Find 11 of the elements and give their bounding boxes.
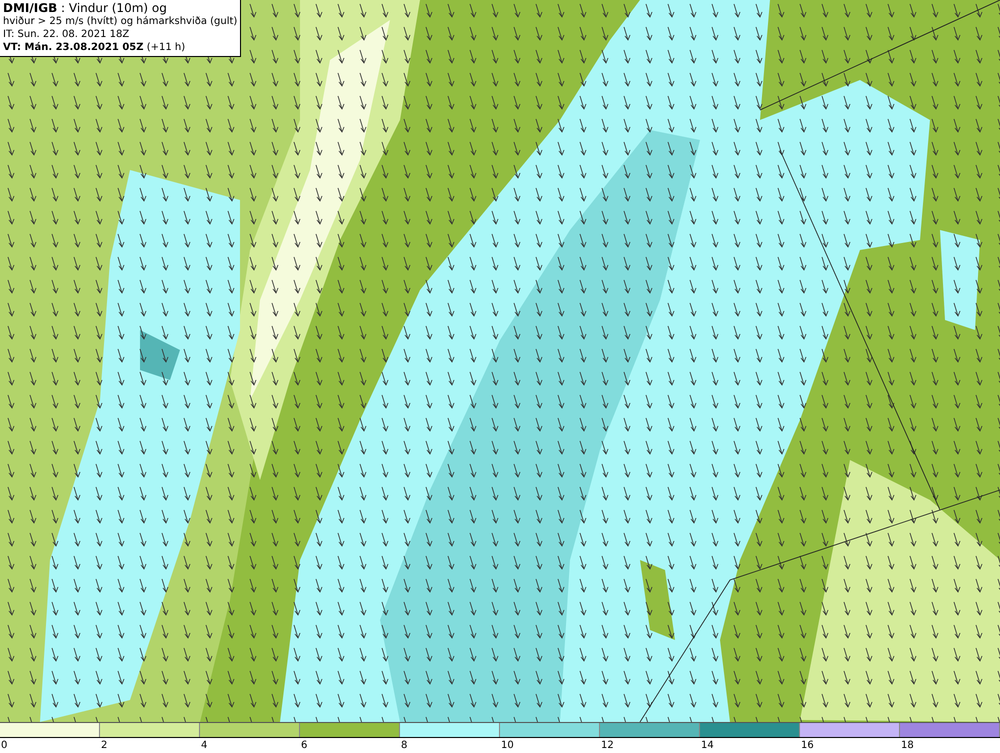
scale-label: 10	[500, 740, 514, 751]
scale-label: 12	[600, 740, 614, 751]
scale-label: 6	[300, 740, 308, 751]
scale-label: 8	[400, 740, 408, 751]
scale-label: 16	[800, 740, 814, 751]
scale-label: 2	[100, 740, 108, 751]
scale-label: 18	[900, 740, 914, 751]
scale-label: 0	[0, 740, 8, 751]
map-caption: DMI/IGB : Vindur (10m) og hviður > 25 m/s (hvítt) og hámarkshviða (gult) IT: Sun. 22. 08. 2021 18Z VT: Mán. 23.08.2021 05Z (+11 h)	[0, 0, 242, 57]
scale-label: 14	[700, 740, 714, 751]
scale-label: 4	[200, 740, 208, 751]
